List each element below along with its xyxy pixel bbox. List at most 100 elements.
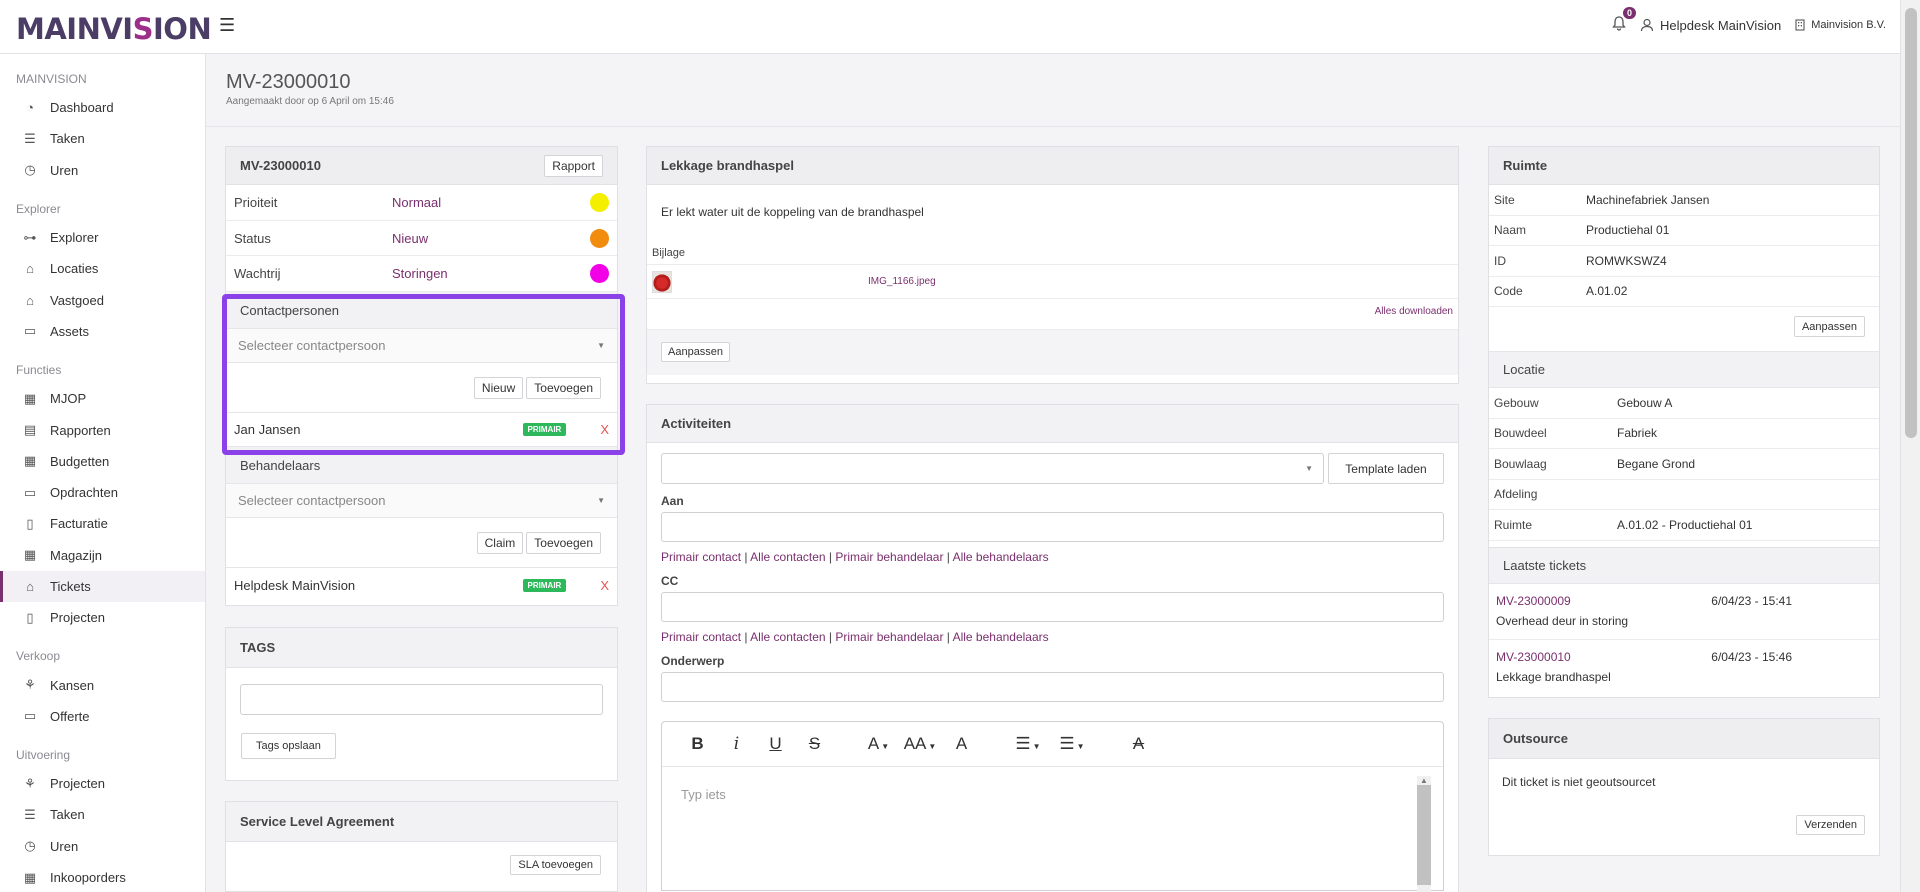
- sidebar-item-projecten[interactable]: ⚘ Projecten: [0, 768, 205, 799]
- edit-room-button[interactable]: Aanpassen: [1793, 316, 1865, 337]
- sidebar-item-assets[interactable]: ▭ Assets: [0, 316, 205, 347]
- primary-contact-link[interactable]: Primair contact: [661, 630, 741, 644]
- sidebar-item-rapporten[interactable]: ▤ Rapporten: [0, 414, 205, 445]
- ticket-info-card: MV-23000010 Rapport Prioiteit Normaal St…: [225, 146, 618, 606]
- handler-select[interactable]: Selecteer contactpersoon ▼: [226, 484, 617, 519]
- tags-title: TAGS: [240, 640, 276, 655]
- all-handlers-link[interactable]: Alle behandelaars: [953, 550, 1049, 564]
- user-menu[interactable]: Helpdesk MainVision: [1640, 18, 1781, 33]
- image-thumbnail-icon[interactable]: [652, 270, 672, 293]
- property-row: Gebouw Gebouw A: [1489, 388, 1879, 419]
- sidebar-item-taken[interactable]: ☰ Taken: [0, 123, 205, 154]
- color-indicator: [590, 228, 609, 248]
- sidebar-item-label: Projecten: [50, 610, 105, 626]
- top-right-area: 0 Helpdesk MainVision Mainvision B.V.: [1612, 7, 1886, 34]
- property-value[interactable]: Nieuw: [392, 231, 590, 246]
- report-button[interactable]: Rapport: [544, 154, 603, 177]
- add-contact-button[interactable]: Toevoegen: [526, 376, 601, 399]
- remove-contact-button[interactable]: X: [600, 422, 609, 437]
- to-input[interactable]: [661, 512, 1444, 542]
- all-contacts-link[interactable]: Alle contacten: [750, 630, 825, 644]
- page-title: MV-23000010: [226, 71, 351, 93]
- sidebar-item-uren[interactable]: ◷ Uren: [0, 831, 205, 862]
- subject-input[interactable]: [661, 672, 1444, 702]
- underline-icon[interactable]: U: [756, 734, 795, 754]
- recent-tickets-card: Laatste tickets MV-23000009 6/04/23 - 15…: [1488, 548, 1880, 698]
- tags-input[interactable]: [240, 684, 603, 715]
- add-handler-button[interactable]: Toevoegen: [526, 531, 601, 554]
- remove-handler-button[interactable]: X: [600, 578, 609, 593]
- attachment-file-link[interactable]: IMG_1166.jpeg: [868, 276, 936, 287]
- numbered-list-icon[interactable]: ☰ ▼: [1006, 734, 1050, 754]
- italic-icon[interactable]: i: [717, 734, 756, 754]
- property-value[interactable]: Storingen: [392, 266, 590, 281]
- recent-ticket-id[interactable]: MV-23000010: [1496, 650, 1571, 664]
- sidebar-item-tickets[interactable]: ⌂ Tickets: [0, 570, 205, 603]
- sidebar-item-budgetten[interactable]: ▦ Budgetten: [0, 446, 205, 477]
- sidebar-item-uren[interactable]: ◷ Uren: [0, 155, 205, 186]
- property-value[interactable]: Normaal: [392, 195, 590, 210]
- page-scrollbar[interactable]: [1900, 0, 1920, 892]
- ticket-icon: ⌂: [26, 579, 34, 594]
- new-contact-button[interactable]: Nieuw: [473, 376, 524, 399]
- scrollbar-thumb[interactable]: [1905, 8, 1917, 438]
- sidebar-item-locaties[interactable]: ⌂ Locaties: [0, 253, 205, 284]
- ticket-property-row: Wachtrij Storingen: [226, 256, 617, 293]
- highlight-color-icon[interactable]: A: [942, 734, 981, 754]
- recent-ticket-id[interactable]: MV-23000009: [1496, 594, 1571, 608]
- sidebar-item-explorer[interactable]: ⊶ Explorer: [0, 222, 205, 253]
- template-select[interactable]: ▼: [661, 453, 1324, 484]
- editor-body[interactable]: Typ iets: [662, 767, 1443, 822]
- contact-select[interactable]: Selecteer contactpersoon ▼: [226, 329, 617, 364]
- property-row: Naam Productiehal 01: [1489, 216, 1879, 246]
- font-size-icon[interactable]: AA ▼: [898, 734, 942, 754]
- all-handlers-link[interactable]: Alle behandelaars: [953, 630, 1049, 644]
- sidebar-item-projecten[interactable]: ▯ Projecten: [0, 602, 205, 633]
- hamburger-menu-icon[interactable]: ☰: [219, 15, 235, 36]
- sidebar-item-facturatie[interactable]: ▯ Facturatie: [0, 508, 205, 539]
- all-contacts-link[interactable]: Alle contacten: [750, 550, 825, 564]
- sidebar-item-dashboard[interactable]: ◔ Dashboard: [0, 92, 205, 123]
- sidebar-item-mjop[interactable]: ▦ MJOP: [0, 383, 205, 414]
- add-sla-button[interactable]: SLA toevoegen: [510, 855, 601, 875]
- recent-ticket-item[interactable]: MV-23000010 6/04/23 - 15:46 Lekkage bran…: [1489, 640, 1879, 696]
- notification-bell[interactable]: 0: [1612, 7, 1637, 34]
- sidebar-item-opdrachten[interactable]: ▭ Opdrachten: [0, 477, 205, 508]
- sidebar-item-offerte[interactable]: ▭ Offerte: [0, 701, 205, 732]
- top-bar: MAINVISION ☰ 0 Helpdesk MainVision Mainv…: [0, 0, 1900, 54]
- sidebar-item-label: Taken: [50, 131, 85, 147]
- save-tags-button[interactable]: Tags opslaan: [241, 733, 336, 759]
- claim-button[interactable]: Claim: [476, 531, 524, 554]
- download-all-link[interactable]: Alles downloaden: [1375, 306, 1453, 317]
- primary-handler-link[interactable]: Primair behandelaar: [835, 630, 943, 644]
- recent-ticket-item[interactable]: MV-23000009 6/04/23 - 15:41 Overhead deu…: [1489, 584, 1879, 640]
- sidebar-item-inkooporders[interactable]: ▦ Inkooporders: [0, 862, 205, 892]
- handshake-icon: ⚘: [24, 677, 36, 693]
- cc-input[interactable]: [661, 592, 1444, 622]
- edit-issue-button[interactable]: Aanpassen: [661, 342, 731, 362]
- location-header: Locatie: [1489, 352, 1879, 388]
- logo[interactable]: MAINVISION: [16, 12, 212, 46]
- sidebar-item-label: Uren: [50, 162, 79, 178]
- font-color-icon[interactable]: A ▼: [859, 734, 898, 754]
- primary-contact-link[interactable]: Primair contact: [661, 550, 741, 564]
- company-menu[interactable]: Mainvision B.V.: [1795, 19, 1886, 31]
- primary-handler-link[interactable]: Primair behandelaar: [835, 550, 943, 564]
- bold-icon[interactable]: B: [678, 734, 717, 754]
- send-outsource-button[interactable]: Verzenden: [1796, 815, 1865, 835]
- bullet-list-icon[interactable]: ☰ ▼: [1050, 734, 1094, 754]
- attachment-label: Bijlage: [647, 243, 1458, 265]
- editor-scrollbar[interactable]: ▲: [1417, 776, 1431, 892]
- strikethrough-icon[interactable]: S: [795, 734, 834, 754]
- handler-name: Helpdesk MainVision: [234, 577, 356, 593]
- page-subtitle: Aangemaakt door op 6 April om 15:46: [226, 96, 394, 107]
- property-value: A.01.02 - Productiehal 01: [1617, 517, 1753, 532]
- sidebar-item-vastgoed[interactable]: ⌂ Vastgoed: [0, 284, 205, 315]
- property-row: Bouwlaag Begane Grond: [1489, 449, 1879, 480]
- load-template-button[interactable]: Template laden: [1328, 453, 1444, 484]
- sidebar-item-magazijn[interactable]: ▦ Magazijn: [0, 540, 205, 571]
- sidebar-item-taken[interactable]: ☰ Taken: [0, 799, 205, 830]
- clear-format-icon[interactable]: A: [1119, 734, 1158, 754]
- chevron-down-icon: ▼: [597, 341, 605, 351]
- sidebar-item-kansen[interactable]: ⚘ Kansen: [0, 669, 205, 700]
